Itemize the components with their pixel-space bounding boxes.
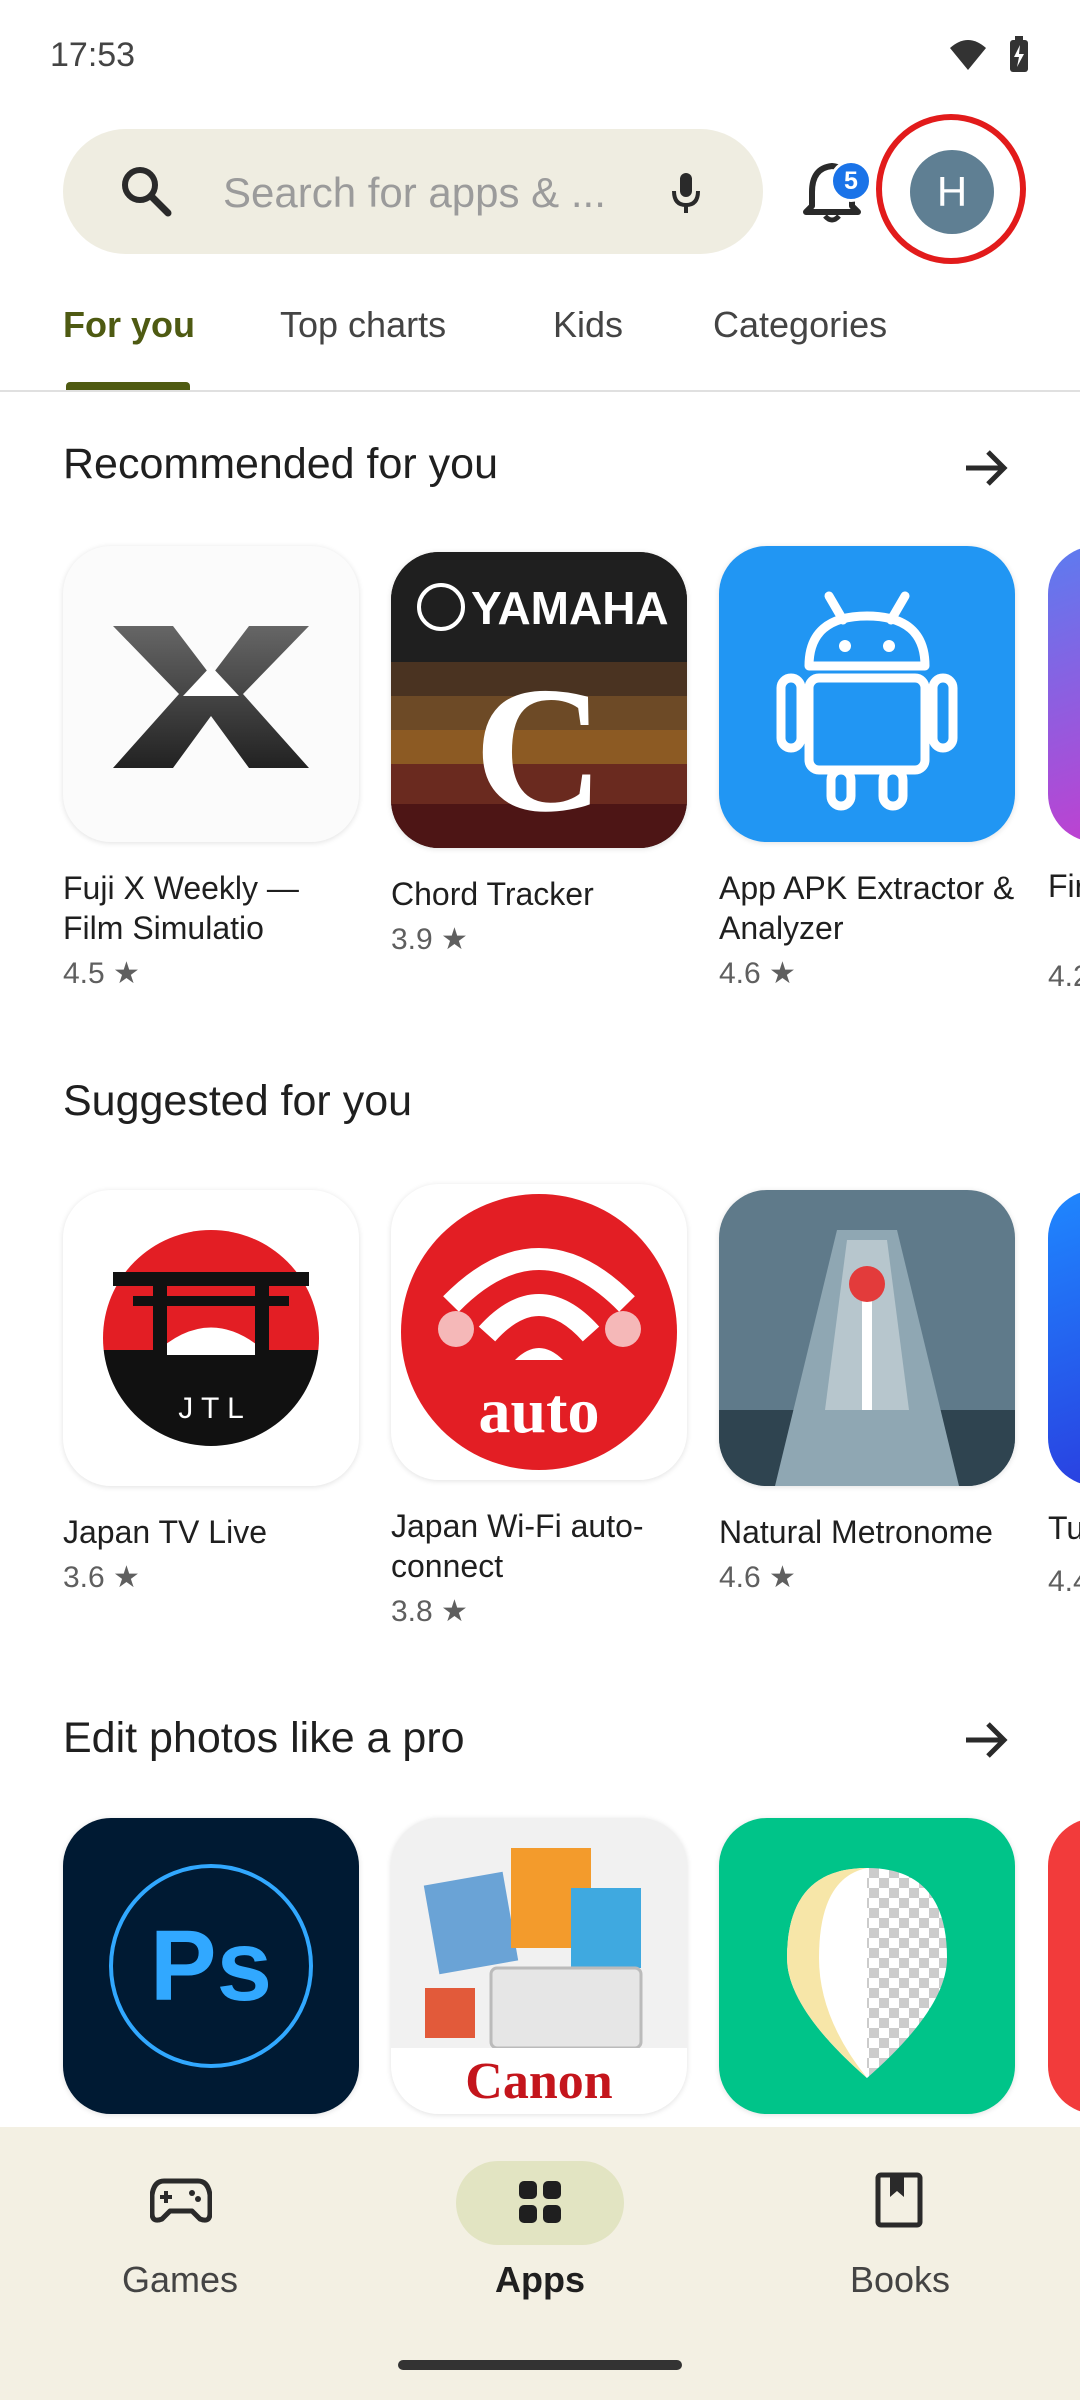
- section-title-recommended: Recommended for you: [63, 440, 498, 488]
- app-name: Japan TV Live: [63, 1514, 267, 1550]
- app-name-partial: Tu: [1048, 1510, 1080, 1546]
- app-icon-canon: Canon: [391, 1818, 687, 2114]
- battery-charging-icon: [1010, 36, 1028, 72]
- status-time: 17:53: [50, 36, 136, 74]
- app-rating-partial: 4.4: [1048, 1565, 1080, 1598]
- app-icon-photo-editor: [719, 1818, 1015, 2114]
- app-icon-partial[interactable]: [1048, 546, 1080, 842]
- app-rating: 4.5 ★: [63, 957, 140, 990]
- app-card-photo-editor[interactable]: [719, 1818, 1015, 2114]
- section-title-edit-photos: Edit photos like a pro: [63, 1714, 465, 1762]
- tab-for-you[interactable]: For you: [63, 304, 195, 346]
- tab-top-charts[interactable]: Top charts: [280, 304, 446, 346]
- search-placeholder: Search for apps & ...: [223, 169, 606, 216]
- chord-letter: C: [474, 650, 604, 848]
- app-icon-japan-tv-live: J T L: [63, 1190, 359, 1486]
- app-icon-metronome: [719, 1190, 1015, 1486]
- tab-kids[interactable]: Kids: [553, 304, 623, 346]
- app-name: Japan Wi-Fi auto-connect: [391, 1508, 644, 1584]
- app-rating: 3.8 ★: [391, 1595, 468, 1628]
- app-card-chord-tracker[interactable]: YAMAHA C Chord Tracker 3.9 ★: [391, 552, 687, 957]
- canon-logo-text: Canon: [465, 2053, 612, 2110]
- app-icon-japan-wifi: auto: [391, 1184, 687, 1480]
- active-tab-indicator: [66, 382, 190, 390]
- app-name-partial: Fir De: [1048, 868, 1080, 904]
- apps-grid-icon: [519, 2181, 561, 2223]
- app-rating: 3.9 ★: [391, 923, 468, 956]
- ps-logo-text: Ps: [150, 1910, 272, 2022]
- app-card-apk-extractor[interactable]: App APK Extractor & Analyzer 4.6 ★: [719, 546, 1015, 991]
- app-rating-partial: 4.2: [1048, 960, 1080, 993]
- arrow-right-icon[interactable]: [958, 1712, 1014, 1768]
- app-name: App APK Extractor & Analyzer: [719, 870, 1015, 946]
- home-gesture-bar[interactable]: [398, 2360, 682, 2370]
- account-avatar[interactable]: H: [910, 150, 994, 234]
- app-rating: 4.6 ★: [719, 957, 796, 990]
- app-card-photoshop[interactable]: Ps: [63, 1818, 359, 2114]
- auto-logo-text: auto: [479, 1375, 600, 1446]
- app-icon-chord-tracker: YAMAHA C: [391, 552, 687, 848]
- gamepad-icon: [150, 2178, 212, 2223]
- notification-count-badge: 5: [830, 160, 872, 202]
- tab-categories[interactable]: Categories: [713, 304, 887, 346]
- app-card-japan-tv-live[interactable]: J T L Japan TV Live 3.6 ★: [63, 1190, 359, 1595]
- app-icon-photoshop: Ps: [63, 1818, 359, 2114]
- app-card-natural-metronome[interactable]: Natural Metronome 4.6 ★: [719, 1190, 1015, 1595]
- microphone-icon[interactable]: [669, 171, 703, 215]
- app-icon-android: [719, 546, 1015, 842]
- search-icon: [122, 167, 172, 217]
- app-icon-fuji-x: [63, 546, 359, 842]
- wifi-icon: [950, 40, 986, 70]
- app-name: Natural Metronome: [719, 1514, 993, 1550]
- jtl-logo-text: J T L: [178, 1392, 244, 1425]
- yamaha-logo-text: YAMAHA: [471, 582, 669, 634]
- section-title-suggested: Suggested for you: [63, 1077, 413, 1125]
- status-icons: [948, 36, 1030, 74]
- app-name: Chord Tracker: [391, 876, 594, 912]
- search-bar[interactable]: Search for apps & ...: [63, 129, 763, 254]
- app-icon-partial[interactable]: [1048, 1818, 1080, 2114]
- nav-label-apps[interactable]: Apps: [410, 2259, 670, 2301]
- top-tabs: For you Top charts Kids Categories: [0, 290, 1080, 392]
- arrow-right-icon[interactable]: [958, 440, 1014, 496]
- app-card-japan-wifi[interactable]: auto Japan Wi-Fi auto-connect 3.8 ★: [391, 1184, 687, 1629]
- app-rating: 3.6 ★: [63, 1561, 140, 1594]
- book-icon: [875, 2172, 923, 2228]
- app-rating: 4.6 ★: [719, 1561, 796, 1594]
- status-bar: 17:53: [0, 0, 1080, 110]
- app-card-canon[interactable]: Canon: [391, 1818, 687, 2114]
- nav-label-books[interactable]: Books: [770, 2259, 1030, 2301]
- app-icon-partial[interactable]: [1048, 1190, 1080, 1486]
- nav-label-games[interactable]: Games: [50, 2259, 310, 2301]
- app-card-fuji-x-weekly[interactable]: Fuji X Weekly — Film Simulatio 4.5 ★: [63, 546, 359, 991]
- app-name: Fuji X Weekly — Film Simulatio: [63, 870, 299, 946]
